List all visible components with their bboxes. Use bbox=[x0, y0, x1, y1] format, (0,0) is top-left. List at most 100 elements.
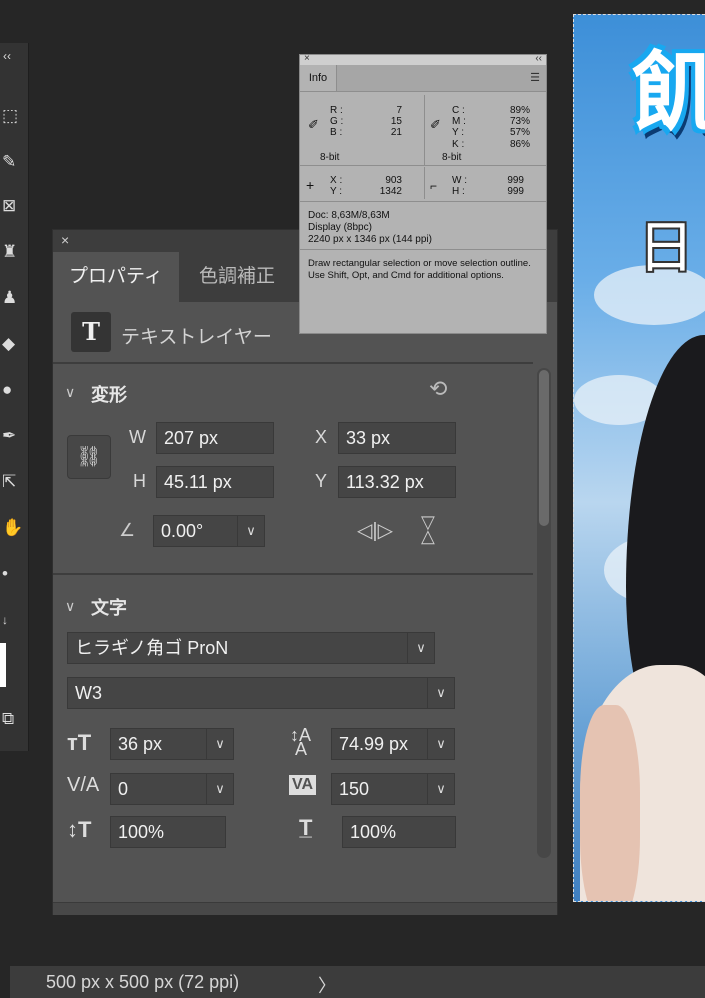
chevron-down-icon[interactable]: ∨ bbox=[427, 774, 454, 804]
stamp-tool-icon[interactable]: ♜ bbox=[2, 241, 24, 263]
document-info[interactable]: 500 px x 500 px (72 ppi) bbox=[46, 972, 239, 993]
close-panel-icon[interactable]: × bbox=[304, 53, 310, 64]
y-label: Y : bbox=[452, 127, 465, 138]
divider bbox=[424, 95, 425, 165]
eraser-tool-icon[interactable]: ◆ bbox=[2, 333, 24, 355]
default-colors-icon[interactable]: ↓ bbox=[2, 609, 24, 631]
font-style-value: W3 bbox=[75, 683, 102, 703]
angle-value: 0.00° bbox=[161, 521, 204, 541]
reset-transform-icon[interactable]: ⟲ bbox=[429, 376, 447, 402]
chevron-down-icon[interactable]: ∨ bbox=[65, 598, 75, 615]
status-menu-icon[interactable]: 〉 bbox=[318, 972, 336, 998]
c-value: 89% bbox=[509, 105, 530, 116]
crosshair-icon: + bbox=[306, 177, 315, 193]
w-value: 999 bbox=[507, 175, 524, 186]
angle-icon: ∠ bbox=[119, 520, 136, 540]
blur-tool-icon[interactable]: ● bbox=[2, 379, 24, 401]
tab-properties[interactable]: プロパティ bbox=[53, 252, 179, 302]
y-input[interactable]: 113.32 px bbox=[338, 466, 456, 498]
h-value: 999 bbox=[507, 186, 524, 197]
tool-hint-line1: Draw rectangular selection or move selec… bbox=[308, 258, 531, 269]
status-bar: 500 px x 500 px (72 ppi) 〉 bbox=[10, 966, 705, 998]
tab-info[interactable]: Info bbox=[300, 65, 337, 91]
x-label: X : bbox=[330, 175, 343, 186]
tab-adjustments[interactable]: 色調補正 bbox=[183, 252, 291, 302]
tracking-input[interactable]: 150 ∨ bbox=[331, 773, 455, 805]
marquee-tool-icon[interactable]: ⬚ bbox=[2, 105, 24, 127]
height-input[interactable]: 45.11 px bbox=[156, 466, 274, 498]
chevron-down-icon[interactable]: ∨ bbox=[206, 774, 233, 804]
screen-mode-icon[interactable]: ⧉ bbox=[2, 708, 24, 730]
brush-tool-icon[interactable]: ✎ bbox=[2, 151, 24, 173]
section-divider bbox=[53, 362, 533, 364]
angle-input[interactable]: 0.00° ∨ bbox=[153, 515, 265, 547]
transform-section-title[interactable]: 変形 bbox=[91, 381, 127, 407]
frame-tool-icon[interactable]: ⊠ bbox=[2, 195, 24, 217]
r-value: 7 bbox=[396, 105, 402, 116]
chevron-down-icon[interactable]: ∨ bbox=[427, 678, 454, 708]
y-value: 1342 bbox=[379, 186, 402, 197]
k-value: 86% bbox=[509, 139, 530, 150]
tools-panel: ‹‹ ⬚ ✎ ⊠ ♜ ♟ ◆ ● ✒ ⇱ ✋ • ↓ ⧉ bbox=[0, 43, 29, 751]
font-family-select[interactable]: ヒラギノ角ゴ ProN ∨ bbox=[67, 632, 435, 664]
divider bbox=[424, 167, 425, 199]
chevron-down-icon[interactable]: ∨ bbox=[427, 729, 454, 759]
display-depth: Display (8bpc) bbox=[308, 222, 372, 233]
selection-size-icon: ⌐ bbox=[430, 179, 438, 193]
canvas-subtitle-glyph: 日 bbox=[638, 216, 694, 279]
horizontal-scale-icon: T̲ bbox=[299, 815, 313, 840]
info-tabs: Info ☰ bbox=[300, 65, 546, 92]
collapse-tools-icon[interactable]: ‹‹ bbox=[3, 45, 25, 67]
doc-size: Doc: 8,63M/8,63M bbox=[308, 210, 390, 221]
kerning-input[interactable]: 0 ∨ bbox=[110, 773, 234, 805]
chevron-down-icon[interactable]: ∨ bbox=[65, 384, 75, 401]
chevron-down-icon[interactable]: ∨ bbox=[237, 516, 264, 546]
panel-resize-handle[interactable] bbox=[53, 902, 557, 915]
height-label: H bbox=[133, 471, 146, 491]
tracking-icon: VA bbox=[289, 775, 317, 795]
foreground-color-swatch[interactable] bbox=[0, 643, 6, 687]
vertical-scale-input[interactable]: 100% bbox=[110, 816, 226, 848]
width-input[interactable]: 207 px bbox=[156, 422, 274, 454]
font-style-select[interactable]: W3 ∨ bbox=[67, 677, 455, 709]
g-value: 15 bbox=[390, 116, 402, 127]
path-select-tool-icon[interactable]: ⇱ bbox=[2, 471, 24, 493]
m-label: M : bbox=[452, 116, 466, 127]
g-label: G : bbox=[330, 116, 344, 127]
y-value: 57% bbox=[509, 127, 530, 138]
document-canvas[interactable]: 飢 日 bbox=[573, 14, 705, 902]
close-panel-icon[interactable]: × bbox=[61, 232, 69, 248]
flip-horizontal-icon[interactable]: ◁|▷ bbox=[357, 518, 393, 543]
scrollbar-thumb[interactable] bbox=[539, 370, 549, 526]
horizontal-scale-input[interactable]: 100% bbox=[342, 816, 456, 848]
pen-tool-icon[interactable]: ✒ bbox=[2, 425, 24, 447]
clone-tool-icon[interactable]: ♟ bbox=[2, 287, 24, 309]
flip-vertical-icon[interactable]: ▽ △ bbox=[421, 513, 435, 545]
kerning-icon: V/A bbox=[67, 774, 100, 796]
b-label: B : bbox=[330, 127, 343, 138]
panel-title-bar[interactable]: × ‹‹ bbox=[300, 53, 546, 65]
character-section-title[interactable]: 文字 bbox=[91, 594, 127, 620]
tool-hint-line2: Use Shift, Opt, and Cmd for additional o… bbox=[308, 270, 504, 281]
x-input[interactable]: 33 px bbox=[338, 422, 456, 454]
panel-menu-icon[interactable]: ☰ bbox=[530, 71, 540, 84]
more-tools-icon[interactable]: • bbox=[2, 563, 24, 585]
x-label: X bbox=[315, 427, 328, 447]
x-value: 903 bbox=[385, 175, 402, 186]
text-layer-icon: T bbox=[71, 312, 111, 352]
font-size-input[interactable]: 36 px ∨ bbox=[110, 728, 234, 760]
hand-tool-icon[interactable]: ✋ bbox=[2, 517, 24, 539]
link-dimensions-icon[interactable]: ⛓ bbox=[67, 435, 111, 479]
document-dimensions: 2240 px x 1346 px (144 ppi) bbox=[308, 234, 432, 245]
divider bbox=[300, 249, 546, 250]
collapse-panel-icon[interactable]: ‹‹ bbox=[535, 53, 542, 64]
tracking-value: 150 bbox=[339, 779, 370, 799]
font-size-icon: ᴛT bbox=[67, 730, 92, 755]
divider bbox=[300, 165, 546, 166]
leading-input[interactable]: 74.99 px ∨ bbox=[331, 728, 455, 760]
chevron-down-icon[interactable]: ∨ bbox=[206, 729, 233, 759]
y-label: Y : bbox=[330, 186, 343, 197]
leading-value: 74.99 px bbox=[339, 734, 409, 754]
chevron-down-icon[interactable]: ∨ bbox=[407, 633, 434, 663]
kerning-value: 0 bbox=[118, 779, 129, 799]
